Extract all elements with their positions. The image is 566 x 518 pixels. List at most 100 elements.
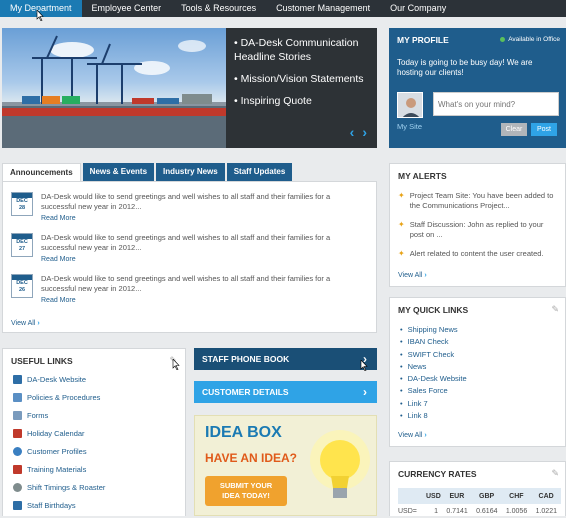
alert-text: Project Team Site: You have been added t…: [409, 191, 554, 210]
birthday-icon: [13, 501, 22, 510]
list-item[interactable]: ✦ Staff Discussion: John as replied to yo…: [398, 220, 558, 240]
calendar-month: DEC: [16, 239, 28, 245]
useful-link[interactable]: Forms: [13, 411, 48, 420]
alert-text: Staff Discussion: John as replied to you…: [409, 220, 544, 239]
calendar-icon: DEC 26: [11, 274, 33, 298]
hero-bullet[interactable]: • Inspiring Quote: [234, 94, 374, 108]
read-more-link[interactable]: Read More: [41, 256, 351, 263]
my-site-link[interactable]: My Site: [397, 122, 422, 131]
useful-link-label: Staff Birthdays: [27, 501, 76, 510]
useful-link[interactable]: Holiday Calendar: [13, 429, 85, 438]
lightbulb-icon: [310, 430, 370, 498]
quick-link[interactable]: IBAN Check: [400, 336, 467, 348]
announcement-text: DA-Desk would like to send greetings and…: [41, 274, 331, 293]
quick-link[interactable]: SWIFT Check: [400, 349, 467, 361]
chevron-right-icon: ›: [424, 432, 427, 439]
view-all-announcements-link[interactable]: View All ›: [11, 320, 40, 327]
list-item: DEC 27 DA-Desk would like to send greetin…: [11, 233, 351, 263]
useful-link-label: Shift Timings & Roaster: [27, 483, 106, 492]
useful-link-label: DA-Desk Website: [27, 375, 87, 384]
my-profile-panel: MY PROFILE Available in Office Today is …: [389, 28, 566, 148]
my-alerts-panel: MY ALERTS ✦ Project Team Site: You have b…: [389, 163, 566, 287]
view-all-quick-links-link[interactable]: View All ›: [398, 432, 427, 439]
useful-links-panel: USEFUL LINKS ✎ DA-Desk Website Policies …: [2, 348, 186, 516]
post-button[interactable]: Post: [531, 123, 557, 136]
customer-details-button[interactable]: CUSTOMER DETAILS ›: [194, 381, 377, 403]
quick-link[interactable]: News: [400, 361, 467, 373]
hero-arrows: ‹ ›: [350, 124, 367, 140]
submit-idea-button[interactable]: SUBMIT YOUR IDEA TODAY!: [205, 476, 287, 506]
useful-link[interactable]: Shift Timings & Roaster: [13, 483, 105, 492]
alerts-title: MY ALERTS: [398, 171, 447, 181]
quick-links-title: MY QUICK LINKS: [398, 305, 469, 315]
view-all-label: View All: [398, 272, 423, 279]
useful-link-label: Training Materials: [27, 465, 87, 474]
staff-phone-book-button[interactable]: STAFF PHONE BOOK ›: [194, 348, 377, 370]
calendar-icon: DEC 27: [11, 233, 33, 257]
forms-icon: [13, 411, 22, 420]
nav-customer-management[interactable]: Customer Management: [266, 0, 380, 17]
chevron-right-icon[interactable]: ›: [362, 124, 367, 140]
pencil-icon[interactable]: ✎: [551, 468, 559, 479]
list-item[interactable]: ✦ Alert related to content the user creat…: [398, 249, 558, 259]
calendar-icon: DEC 28: [11, 192, 33, 216]
list-item[interactable]: ✦ Project Team Site: You have been added …: [398, 191, 558, 211]
column-header: USD: [424, 488, 443, 504]
chevron-left-icon[interactable]: ‹: [350, 124, 355, 140]
nav-our-company[interactable]: Our Company: [380, 0, 456, 17]
useful-link[interactable]: Policies & Procedures: [13, 393, 100, 402]
idea-box-banner[interactable]: IDEA BOX HAVE AN IDEA? SUBMIT YOUR IDEA T…: [194, 415, 377, 516]
calendar-day: 27: [18, 246, 26, 252]
nav-tools-resources[interactable]: Tools & Resources: [171, 0, 266, 17]
website-icon: [13, 375, 22, 384]
tab-industry-news[interactable]: Industry News: [156, 163, 225, 181]
nav-employee-center[interactable]: Employee Center: [82, 0, 172, 17]
pencil-icon[interactable]: ✎: [551, 304, 559, 315]
idea-box-title: IDEA BOX: [205, 424, 282, 441]
quick-link[interactable]: DA-Desk Website: [400, 373, 467, 385]
useful-link[interactable]: DA-Desk Website: [13, 375, 86, 384]
read-more-link[interactable]: Read More: [41, 297, 351, 304]
mouse-cursor-icon: [360, 359, 368, 372]
calendar-month: DEC: [16, 280, 28, 286]
avatar[interactable]: [397, 92, 423, 118]
read-more-link[interactable]: Read More: [41, 215, 351, 222]
currency-title: CURRENCY RATES: [398, 469, 477, 479]
useful-link[interactable]: Training Materials: [13, 465, 86, 474]
profile-title: MY PROFILE: [397, 35, 449, 45]
status-badge[interactable]: Available in Office: [500, 36, 560, 43]
book-icon: [13, 465, 22, 474]
quick-link[interactable]: Sales Force: [400, 385, 467, 397]
useful-link-label: Forms: [27, 411, 49, 420]
tab-news-events[interactable]: News & Events: [82, 163, 155, 181]
status-update-input[interactable]: [433, 92, 559, 116]
clear-button[interactable]: Clear: [501, 123, 527, 136]
currency-table: USD EUR GBP CHF CAD USD= 1 0.7141 0.6164…: [398, 488, 561, 518]
quick-links-list: Shipping News IBAN Check SWIFT Check New…: [400, 324, 467, 422]
customer-details-label: CUSTOMER DETAILS: [202, 387, 289, 397]
tab-staff-updates[interactable]: Staff Updates: [226, 163, 293, 181]
profile-message: Today is going to be busy day! We are ho…: [397, 58, 533, 77]
calendar-day: 26: [18, 287, 26, 293]
view-all-alerts-link[interactable]: View All ›: [398, 272, 427, 279]
tab-announcements[interactable]: Announcements: [2, 163, 81, 181]
column-header: CHF: [501, 488, 532, 504]
alert-text: Alert related to content the user create…: [409, 249, 544, 258]
quick-link[interactable]: Link 8: [400, 410, 467, 422]
currency-rates-panel: CURRENCY RATES ✎ USD EUR GBP CHF CAD USD…: [389, 461, 566, 516]
quick-link[interactable]: Link 7: [400, 398, 467, 410]
lightbulb-icon: ✦: [398, 220, 405, 229]
mouse-cursor-icon: [36, 9, 44, 22]
hero-bullet[interactable]: • DA-Desk Communication Headline Stories: [234, 36, 374, 64]
announcements-panel: DEC 28 DA-Desk would like to send greetin…: [2, 181, 377, 333]
idea-box-subtitle: HAVE AN IDEA?: [205, 451, 298, 465]
useful-link[interactable]: Staff Birthdays: [13, 501, 76, 510]
status-text: Available in Office: [508, 36, 560, 43]
column-header: CAD: [531, 488, 561, 504]
announcement-text: DA-Desk would like to send greetings and…: [41, 192, 331, 211]
hero-bullet[interactable]: • Mission/Vision Statements: [234, 72, 374, 86]
status-dot-icon: [500, 37, 506, 42]
quick-link[interactable]: Shipping News: [400, 324, 467, 336]
useful-link[interactable]: Customer Profiles: [13, 447, 87, 456]
useful-link-label: Holiday Calendar: [27, 429, 85, 438]
